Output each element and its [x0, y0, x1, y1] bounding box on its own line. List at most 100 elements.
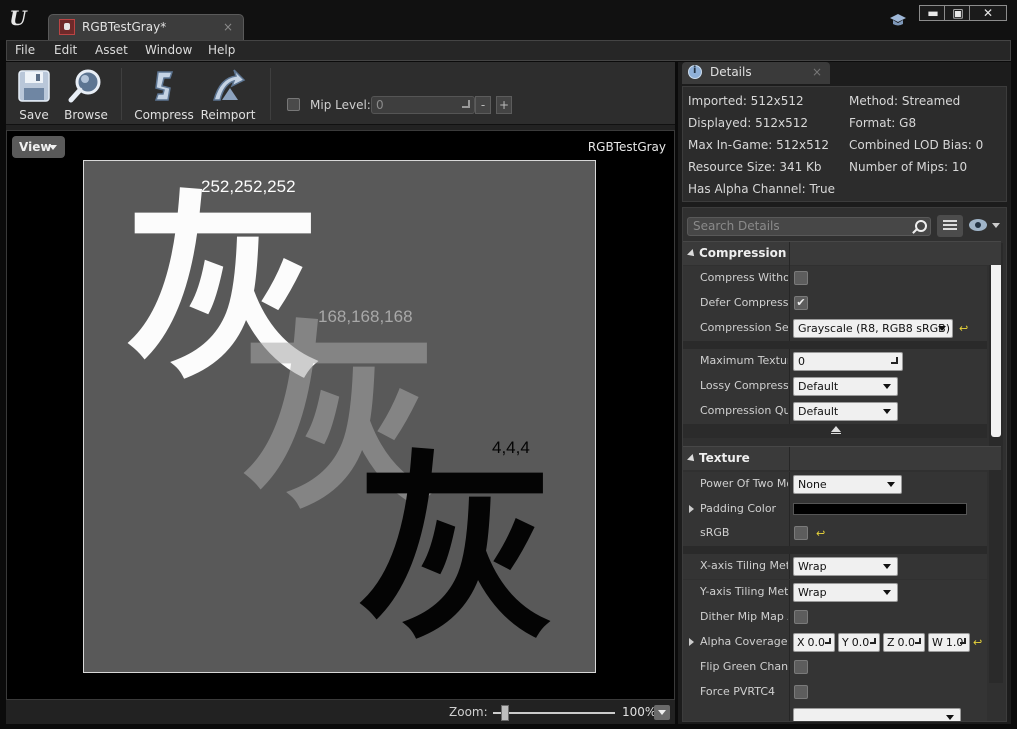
graduation-cap-icon[interactable]: [890, 13, 906, 27]
maximum-texture-size-value: 0: [798, 355, 805, 368]
prop-srgb: sRGB ↩: [683, 521, 987, 546]
asset-document-tab[interactable]: RGBTestGray* ×: [48, 14, 244, 40]
expand-arrow-icon[interactable]: [689, 638, 694, 646]
padding-color-swatch[interactable]: [793, 503, 967, 515]
view-menu-button[interactable]: View: [12, 136, 65, 158]
defer-compression-checkbox[interactable]: ✔: [794, 296, 808, 310]
menu-edit[interactable]: Edit: [54, 43, 77, 57]
srgb-checkbox[interactable]: [794, 526, 808, 540]
save-button[interactable]: Save: [10, 66, 58, 122]
menu-window[interactable]: Window: [145, 43, 192, 57]
unreal-logo-icon[interactable]: U: [6, 6, 30, 30]
alpha-coverage-w-input[interactable]: W 1.0: [928, 633, 970, 652]
power-of-two-dropdown[interactable]: None: [793, 475, 902, 494]
prop-dither-mip-map-alpha: Dither Mip Map Alpha: [683, 605, 987, 630]
column-divider: [789, 554, 790, 579]
viewport-asset-name: RGBTestGray: [587, 140, 666, 154]
x-axis-tiling-dropdown[interactable]: Wrap: [793, 557, 898, 576]
alpha-coverage-y-input[interactable]: Y 0.0: [838, 633, 880, 652]
column-divider[interactable]: [789, 242, 790, 266]
category-compression[interactable]: Compression: [683, 241, 1001, 266]
glyph-black: 灰: [356, 434, 557, 667]
prop-flip-green-channel: Flip Green Channel: [683, 655, 987, 680]
expand-arrow-icon[interactable]: [689, 505, 694, 513]
group-spacer: [683, 341, 987, 349]
mip-decrement-button[interactable]: -: [475, 96, 491, 114]
details-tab-label: Details: [710, 65, 752, 79]
reimport-button[interactable]: Reimport: [199, 66, 257, 122]
compression-settings-dropdown[interactable]: Grayscale (R8, RGB8 sRGB): [793, 319, 953, 338]
maximize-button[interactable]: ▣: [944, 5, 972, 21]
category-texture-label: Texture: [699, 451, 750, 465]
alpha-coverage-z-input[interactable]: Z 0.0: [883, 633, 925, 652]
mip-level-input[interactable]: 0: [371, 96, 475, 114]
mip-level-value: 0: [376, 98, 384, 112]
axis-label: Z: [887, 636, 895, 649]
texture-viewport[interactable]: View RGBTestGray 252,252,252 灰 168,168,1…: [6, 130, 675, 700]
reset-to-default-icon[interactable]: ↩: [973, 636, 982, 649]
details-tab-close-icon[interactable]: ×: [812, 65, 822, 79]
compress-without-alpha-checkbox[interactable]: [794, 271, 808, 285]
menu-help[interactable]: Help: [208, 43, 235, 57]
browse-button[interactable]: Browse: [62, 66, 110, 122]
flip-green-channel-checkbox[interactable]: [794, 660, 808, 674]
dither-mip-map-alpha-checkbox[interactable]: [794, 610, 808, 624]
toolbar-separator: [270, 68, 271, 120]
compress-label: Compress: [134, 108, 194, 122]
spin-handle-icon[interactable]: [915, 638, 921, 644]
menu-file[interactable]: File: [15, 43, 35, 57]
collapse-arrow-icon[interactable]: [687, 249, 697, 259]
axis-label: W: [932, 636, 943, 649]
column-divider: [789, 580, 790, 605]
close-window-button[interactable]: ✕: [969, 5, 1007, 21]
view-options-dropdown-icon[interactable]: [992, 223, 1000, 228]
next-property-field[interactable]: [793, 708, 961, 721]
column-divider: [789, 291, 790, 316]
column-divider: [789, 630, 790, 655]
spin-handle-icon[interactable]: [825, 638, 831, 644]
spin-handle-icon[interactable]: [870, 638, 876, 644]
alpha-coverage-x-input[interactable]: X 0.0: [793, 633, 835, 652]
advanced-collapse-toggle[interactable]: [683, 424, 987, 438]
lossy-compression-dropdown[interactable]: Default: [793, 377, 898, 396]
zoom-slider-track[interactable]: [493, 712, 615, 714]
details-tab[interactable]: Details ×: [682, 62, 830, 84]
reset-to-default-icon[interactable]: ↩: [816, 527, 825, 540]
reset-to-default-icon[interactable]: ↩: [959, 322, 968, 335]
compress-button[interactable]: Compress: [132, 66, 196, 122]
search-details-input[interactable]: Search Details: [687, 217, 931, 236]
column-divider[interactable]: [789, 447, 790, 471]
category-texture[interactable]: Texture: [683, 446, 1001, 471]
column-divider: [789, 605, 790, 630]
info-has-alpha: Has Alpha Channel: True: [688, 182, 835, 196]
column-divider: [789, 655, 790, 680]
prop-label: Compression Settings: [700, 321, 788, 334]
force-pvrtc4-checkbox[interactable]: [794, 685, 808, 699]
tab-close-icon[interactable]: ×: [223, 20, 233, 34]
collapse-advanced-icon[interactable]: [831, 426, 841, 434]
mip-level-checkbox[interactable]: [287, 98, 300, 111]
spin-handle-icon[interactable]: [462, 100, 470, 108]
scrollbar-thumb[interactable]: [991, 246, 1001, 437]
info-num-mips: Number of Mips: 10: [849, 160, 968, 174]
mip-increment-button[interactable]: +: [496, 96, 512, 114]
eye-icon[interactable]: [969, 219, 987, 231]
magnifier-icon: [68, 69, 101, 103]
tab-title: RGBTestGray*: [82, 20, 167, 34]
property-matrix-button[interactable]: [937, 215, 963, 237]
spin-handle-icon[interactable]: [960, 638, 966, 644]
zoom-dropdown-button[interactable]: [654, 705, 670, 720]
search-icon[interactable]: [915, 220, 927, 232]
prop-label: Y-axis Tiling Method: [700, 585, 788, 598]
zoom-slider-thumb[interactable]: [501, 705, 510, 721]
y-axis-tiling-dropdown[interactable]: Wrap: [793, 583, 898, 602]
menu-asset[interactable]: Asset: [95, 43, 128, 57]
spin-handle-icon[interactable]: [891, 357, 898, 364]
collapse-arrow-icon[interactable]: [687, 454, 697, 464]
maximum-texture-size-input[interactable]: 0: [793, 352, 903, 371]
axis-label: Y: [842, 636, 849, 649]
compression-quality-dropdown[interactable]: Default: [793, 402, 898, 421]
zoom-value: 100%: [622, 705, 657, 719]
minimize-button[interactable]: ▬: [919, 5, 947, 21]
column-divider: [789, 497, 790, 522]
